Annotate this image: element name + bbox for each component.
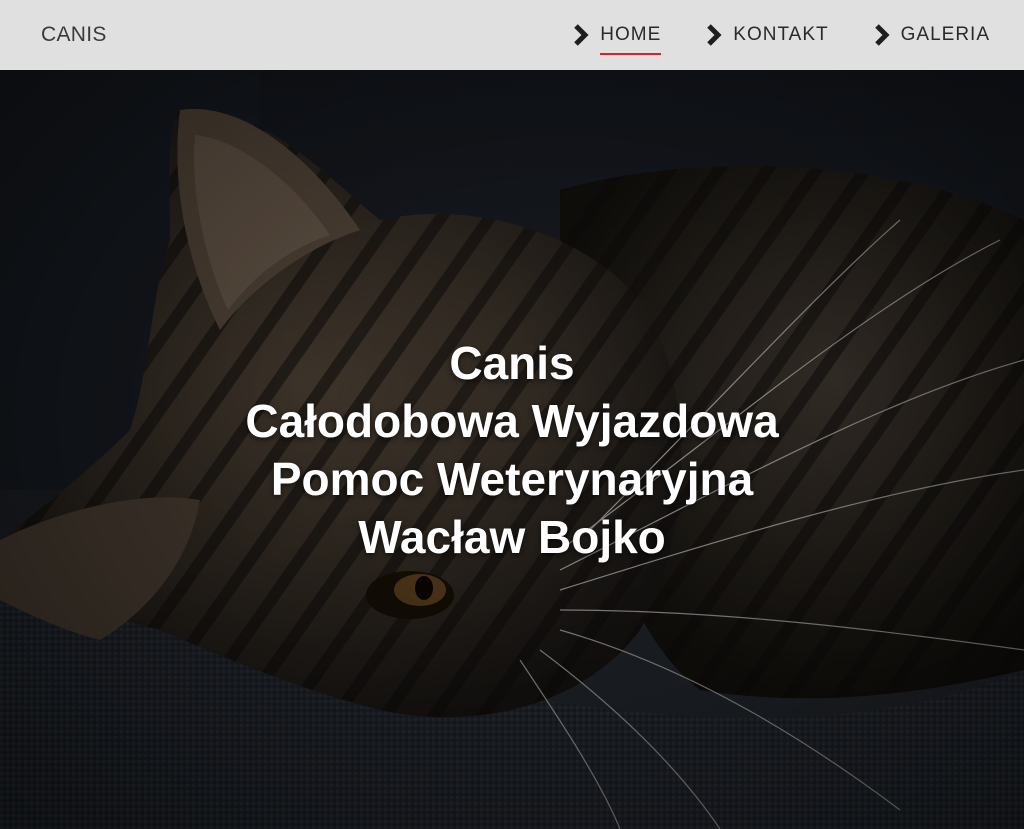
- hero-section: Canis Całodobowa Wyjazdowa Pomoc Weteryn…: [0, 70, 1024, 829]
- nav-item-home[interactable]: HOME: [572, 0, 662, 70]
- chevron-right-icon: [705, 23, 723, 47]
- nav-item-kontakt[interactable]: KONTAKT: [705, 0, 828, 70]
- nav-label-home: HOME: [600, 24, 662, 55]
- nav-item-galeria[interactable]: GALERIA: [873, 0, 990, 70]
- hero-title-line-2: Całodobowa Wyjazdowa: [245, 395, 779, 447]
- hero-title-line-4: Wacław Bojko: [358, 511, 666, 563]
- hero-title-line-1: Canis: [449, 337, 575, 389]
- nav-label-galeria: GALERIA: [900, 24, 990, 45]
- chevron-right-icon: [572, 23, 590, 47]
- top-navbar: CANIS HOME KONTAKT GALERIA: [0, 0, 1024, 70]
- brand-logo-text[interactable]: CANIS: [41, 23, 107, 47]
- hero-title-line-3: Pomoc Weterynaryjna: [270, 453, 754, 505]
- main-navigation: HOME KONTAKT GALERIA: [572, 0, 990, 70]
- nav-label-kontakt: KONTAKT: [733, 24, 829, 45]
- hero-heading: Canis Całodobowa Wyjazdowa Pomoc Weteryn…: [0, 334, 1024, 566]
- chevron-right-icon: [873, 23, 891, 47]
